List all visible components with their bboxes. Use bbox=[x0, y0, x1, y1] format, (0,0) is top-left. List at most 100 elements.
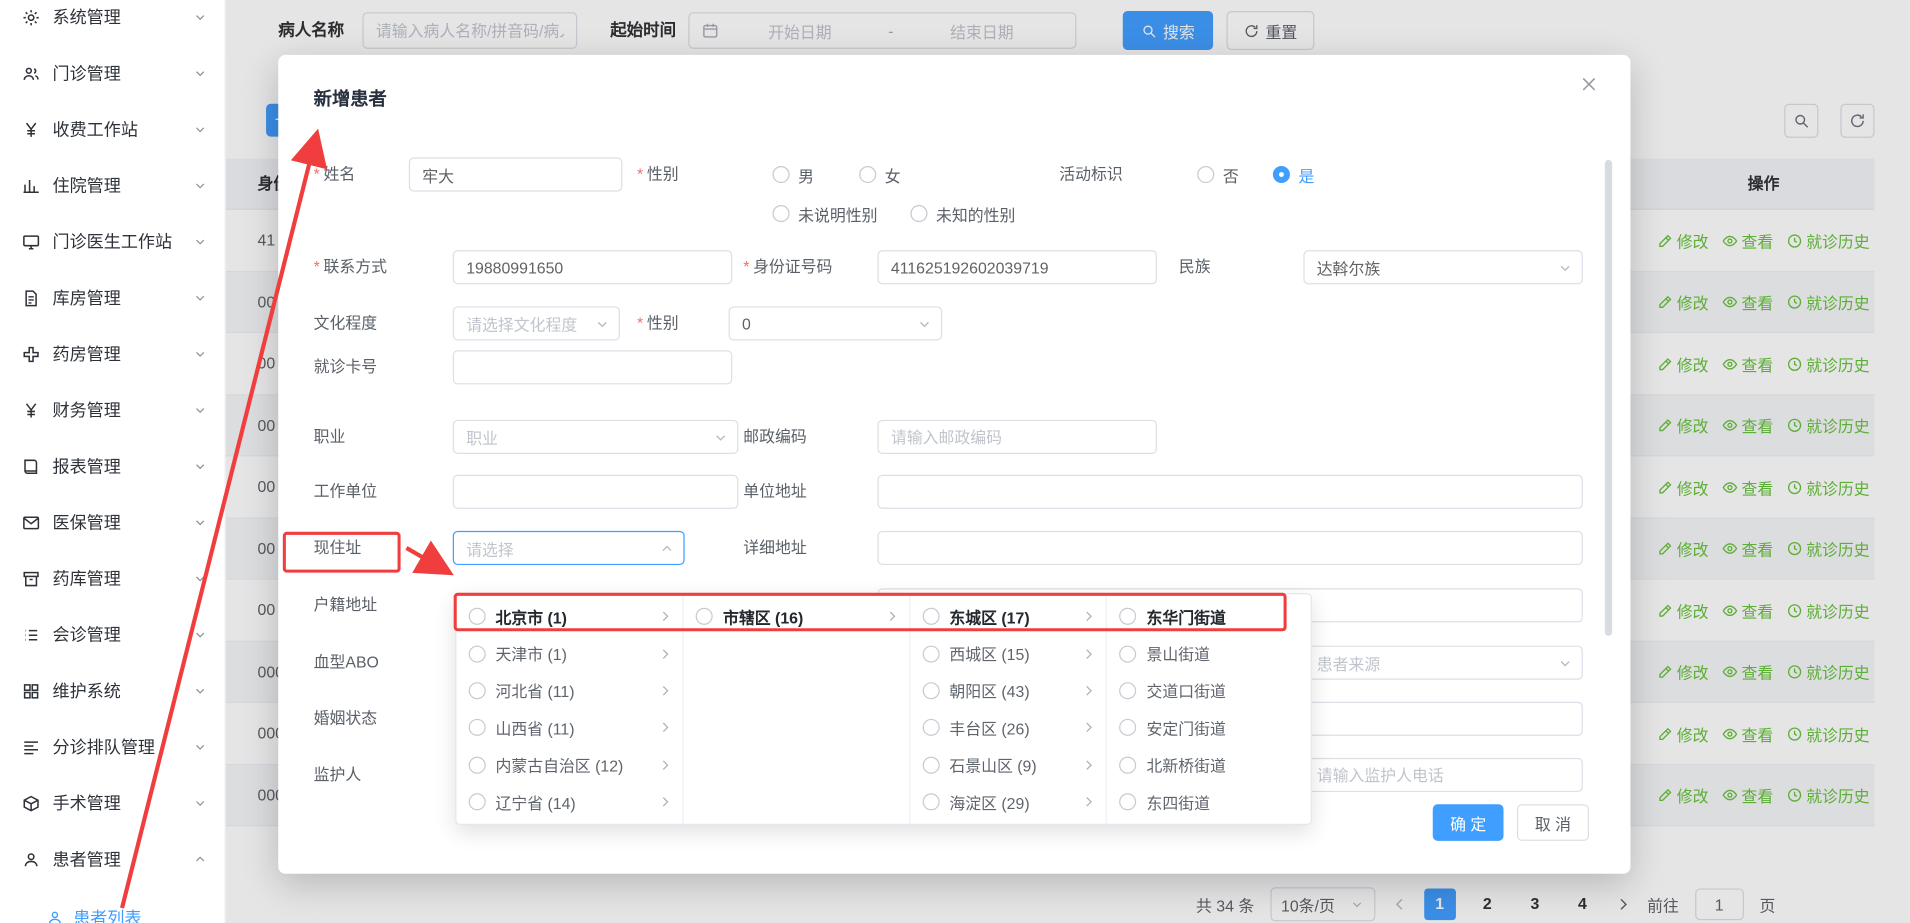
visit-card-input[interactable] bbox=[453, 350, 732, 384]
history-link[interactable]: 就诊历史 bbox=[1787, 352, 1870, 375]
ethnicity-select[interactable]: 达斡尔族 bbox=[1303, 250, 1582, 284]
edit-link[interactable]: 修改 bbox=[1657, 414, 1708, 437]
view-link[interactable]: 查看 bbox=[1722, 537, 1773, 560]
view-link[interactable]: 查看 bbox=[1722, 599, 1773, 622]
radio-male[interactable]: 男 bbox=[773, 157, 815, 191]
history-link[interactable]: 就诊历史 bbox=[1787, 599, 1870, 622]
radio-gender-unknown[interactable]: 未知的性别 bbox=[910, 196, 1015, 230]
sidebar-item-drugstore[interactable]: 药库管理 bbox=[0, 550, 225, 606]
postal-code-input[interactable] bbox=[877, 420, 1156, 454]
sidebar-item-pharmacy[interactable]: 药房管理 bbox=[0, 326, 225, 382]
cascader-option-liaoning[interactable]: 辽宁省 (14) bbox=[456, 783, 682, 820]
date-range-picker[interactable]: 开始日期 - 结束日期 bbox=[688, 12, 1076, 49]
page-size-select[interactable]: 10条/页 bbox=[1270, 887, 1375, 921]
sidebar-item-system[interactable]: 系统管理 bbox=[0, 0, 225, 45]
patient-source-select[interactable]: 患者来源 bbox=[1303, 646, 1582, 680]
sidebar-item-report[interactable]: 报表管理 bbox=[0, 438, 225, 494]
cascader-option-andingmen[interactable]: 安定门街道 bbox=[1107, 709, 1310, 746]
unit-address-input[interactable] bbox=[877, 475, 1582, 509]
page-button-2[interactable]: 2 bbox=[1471, 888, 1503, 920]
view-link[interactable]: 查看 bbox=[1722, 229, 1773, 252]
sidebar-item-outpatient[interactable]: 门诊管理 bbox=[0, 45, 225, 101]
education-select[interactable]: 请选择文化程度 bbox=[453, 306, 620, 340]
view-link[interactable]: 查看 bbox=[1722, 661, 1773, 684]
view-link[interactable]: 查看 bbox=[1722, 352, 1773, 375]
cascader-option-donghuamen[interactable]: 东华门街道 bbox=[1107, 598, 1310, 635]
cascader-option-neimenggu[interactable]: 内蒙古自治区 (12) bbox=[456, 746, 682, 783]
cancel-button[interactable]: 取 消 bbox=[1517, 804, 1589, 841]
cascader-option-jingshan[interactable]: 景山街道 bbox=[1107, 635, 1310, 672]
edit-link[interactable]: 修改 bbox=[1657, 291, 1708, 314]
cascader-option-jiaodaokou[interactable]: 交道口街道 bbox=[1107, 672, 1310, 709]
cascader-option-shixiaqu[interactable]: 市辖区 (16) bbox=[684, 598, 909, 635]
history-link[interactable]: 就诊历史 bbox=[1787, 229, 1870, 252]
history-link[interactable]: 就诊历史 bbox=[1787, 291, 1870, 314]
page-button-1[interactable]: 1 bbox=[1424, 888, 1456, 920]
table-search-button[interactable] bbox=[1784, 104, 1818, 138]
history-link[interactable]: 就诊历史 bbox=[1787, 537, 1870, 560]
sidebar-item-charging[interactable]: 收费工作站 bbox=[0, 101, 225, 157]
cascader-option-shijingshan[interactable]: 石景山区 (9) bbox=[910, 746, 1106, 783]
id-number-input[interactable] bbox=[877, 250, 1156, 284]
edit-link[interactable]: 修改 bbox=[1657, 722, 1708, 745]
cascader-option-beijing[interactable]: 北京市 (1) bbox=[456, 598, 682, 635]
sidebar-item-doctor-station[interactable]: 门诊医生工作站 bbox=[0, 214, 225, 270]
edit-link[interactable]: 修改 bbox=[1657, 476, 1708, 499]
detail-address-input[interactable] bbox=[877, 531, 1582, 565]
edit-link[interactable]: 修改 bbox=[1657, 661, 1708, 684]
view-link[interactable]: 查看 bbox=[1722, 414, 1773, 437]
history-link[interactable]: 就诊历史 bbox=[1787, 414, 1870, 437]
radio-female[interactable]: 女 bbox=[859, 157, 901, 191]
reset-button[interactable]: 重置 bbox=[1227, 11, 1315, 50]
sidebar-item-warehouse[interactable]: 库房管理 bbox=[0, 270, 225, 326]
radio-gender-unspecified[interactable]: 未说明性别 bbox=[773, 196, 878, 230]
patient-name-input[interactable] bbox=[362, 12, 577, 49]
edit-link[interactable]: 修改 bbox=[1657, 229, 1708, 252]
history-link[interactable]: 就诊历史 bbox=[1787, 476, 1870, 499]
work-unit-input[interactable] bbox=[453, 475, 739, 509]
guardian-phone-input[interactable] bbox=[1303, 758, 1582, 792]
confirm-button[interactable]: 确 定 bbox=[1433, 804, 1504, 841]
occupation-select[interactable]: 职业 bbox=[453, 420, 739, 454]
radio-active-no[interactable]: 否 bbox=[1197, 157, 1239, 191]
edit-link[interactable]: 修改 bbox=[1657, 537, 1708, 560]
cascader-option-tianjin[interactable]: 天津市 (1) bbox=[456, 635, 682, 672]
sidebar-item-consultation[interactable]: 会诊管理 bbox=[0, 607, 225, 663]
contact-input[interactable] bbox=[453, 250, 732, 284]
edit-link[interactable]: 修改 bbox=[1657, 352, 1708, 375]
cascader-option-chaoyang[interactable]: 朝阳区 (43) bbox=[910, 672, 1106, 709]
sidebar-item-finance[interactable]: 财务管理 bbox=[0, 382, 225, 438]
sidebar-item-inpatient[interactable]: 住院管理 bbox=[0, 157, 225, 213]
sidebar-item-patient-list[interactable]: 患者列表 bbox=[0, 899, 225, 923]
sidebar-item-surgery[interactable]: 手术管理 bbox=[0, 775, 225, 831]
cascader-option-dongsi[interactable]: 东四街道 bbox=[1107, 783, 1310, 820]
modal-scrollbar[interactable] bbox=[1605, 160, 1612, 636]
view-link[interactable]: 查看 bbox=[1722, 476, 1773, 499]
cascader-option-haidian[interactable]: 海淀区 (29) bbox=[910, 783, 1106, 820]
cascader-option-hebei[interactable]: 河北省 (11) bbox=[456, 672, 682, 709]
sidebar-item-triage-queue[interactable]: 分诊排队管理 bbox=[0, 719, 225, 775]
edit-link[interactable]: 修改 bbox=[1657, 599, 1708, 622]
gender-select[interactable]: 0 bbox=[729, 306, 943, 340]
edit-link[interactable]: 修改 bbox=[1657, 784, 1708, 807]
sidebar-item-maintenance[interactable]: 维护系统 bbox=[0, 663, 225, 719]
cascader-option-dongcheng[interactable]: 东城区 (17) bbox=[910, 598, 1106, 635]
cascader-option-beixinqiao[interactable]: 北新桥街道 bbox=[1107, 746, 1310, 783]
prev-page-button[interactable] bbox=[1391, 896, 1408, 913]
view-link[interactable]: 查看 bbox=[1722, 784, 1773, 807]
history-link[interactable]: 就诊历史 bbox=[1787, 722, 1870, 745]
cascader-option-xicheng[interactable]: 西城区 (15) bbox=[910, 635, 1106, 672]
sidebar-item-insurance[interactable]: 医保管理 bbox=[0, 494, 225, 550]
history-link[interactable]: 就诊历史 bbox=[1787, 784, 1870, 807]
page-button-3[interactable]: 3 bbox=[1519, 888, 1551, 920]
view-link[interactable]: 查看 bbox=[1722, 722, 1773, 745]
history-link[interactable]: 就诊历史 bbox=[1787, 661, 1870, 684]
page-button-4[interactable]: 4 bbox=[1567, 888, 1599, 920]
next-page-button[interactable] bbox=[1614, 896, 1631, 913]
cascader-option-fengtai[interactable]: 丰台区 (26) bbox=[910, 709, 1106, 746]
radio-active-yes[interactable]: 是 bbox=[1273, 157, 1315, 191]
table-refresh-button[interactable] bbox=[1840, 104, 1874, 138]
sidebar-item-patient[interactable]: 患者管理 bbox=[0, 831, 225, 887]
cascader-option-shanxi[interactable]: 山西省 (11) bbox=[456, 709, 682, 746]
close-icon[interactable] bbox=[1579, 74, 1599, 94]
